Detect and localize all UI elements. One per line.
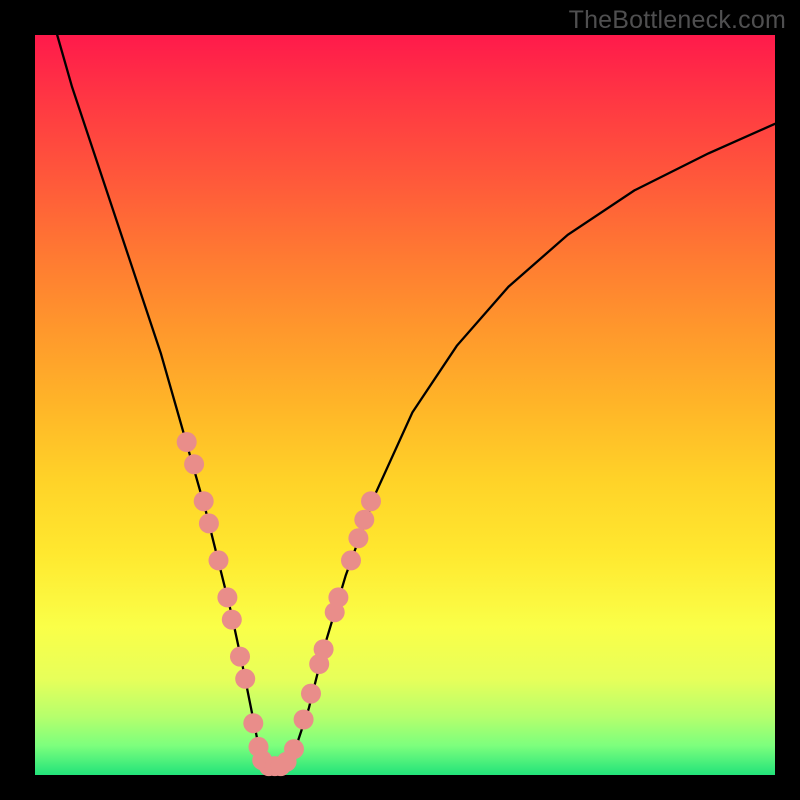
chart-plot-area	[35, 35, 775, 775]
marker-dot	[235, 669, 255, 689]
marker-dot	[243, 713, 263, 733]
marker-dot	[284, 739, 304, 759]
marker-dot	[294, 710, 314, 730]
marker-dot	[341, 550, 361, 570]
marker-dot	[177, 432, 197, 452]
marker-dots-group	[177, 432, 381, 776]
chart-frame: TheBottleneck.com	[0, 0, 800, 800]
marker-dot	[354, 510, 374, 530]
marker-dot	[348, 528, 368, 548]
marker-dot	[222, 610, 242, 630]
marker-dot	[217, 587, 237, 607]
chart-svg	[35, 35, 775, 775]
marker-dot	[301, 684, 321, 704]
marker-dot	[209, 550, 229, 570]
marker-dot	[361, 491, 381, 511]
marker-dot	[199, 513, 219, 533]
bottleneck-curve	[57, 35, 775, 766]
marker-dot	[194, 491, 214, 511]
marker-dot	[230, 647, 250, 667]
marker-dot	[328, 587, 348, 607]
marker-dot	[314, 639, 334, 659]
watermark-text: TheBottleneck.com	[569, 6, 786, 35]
marker-dot	[184, 454, 204, 474]
